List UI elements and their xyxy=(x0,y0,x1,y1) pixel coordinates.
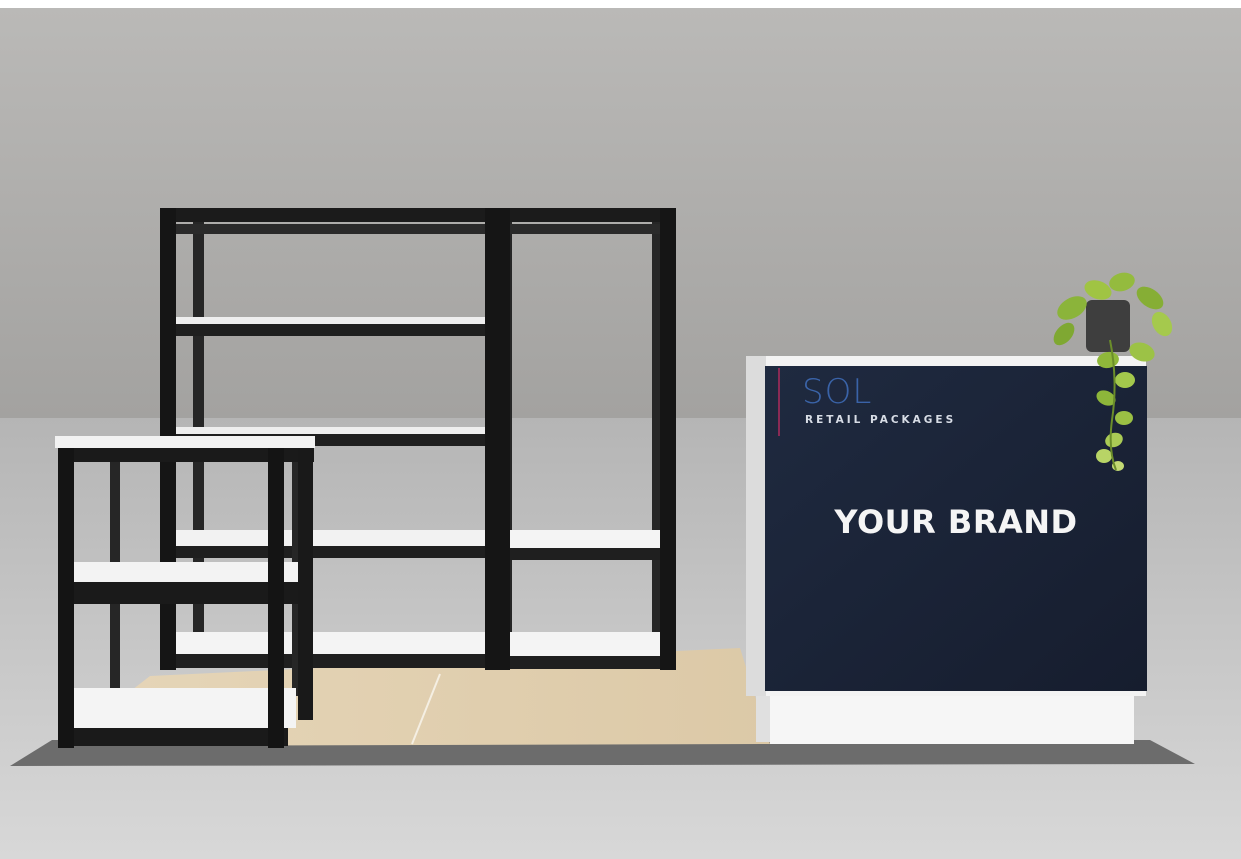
shelf-rail xyxy=(173,546,485,558)
shelf-board xyxy=(72,562,300,582)
side-post xyxy=(298,448,313,720)
leaf xyxy=(1115,372,1135,388)
counter-base xyxy=(770,696,1134,744)
shelf-board xyxy=(173,632,485,654)
brand-headline: YOUR BRAND xyxy=(834,503,1078,541)
counter-side-shade xyxy=(746,356,766,696)
top-beam xyxy=(160,208,676,222)
front-post xyxy=(268,448,284,748)
shelf-rail xyxy=(510,656,662,669)
shelf-rail xyxy=(62,728,288,746)
top-border xyxy=(0,0,1241,8)
shelf-board xyxy=(510,632,662,656)
shelf-board xyxy=(173,427,485,434)
counter-base-shade xyxy=(756,696,770,742)
logo-title: SOL xyxy=(802,372,873,412)
front-post xyxy=(660,208,676,670)
shelf-rail xyxy=(510,548,662,560)
leaf xyxy=(1096,449,1112,463)
logo-subtitle: RETAIL PACKAGES xyxy=(805,414,957,426)
shelf-board xyxy=(173,530,485,546)
front-post xyxy=(58,448,74,748)
logo-accent-bar xyxy=(778,368,780,436)
shelf-rail xyxy=(173,324,485,336)
retail-booth-render xyxy=(0,0,1241,859)
leaf xyxy=(1115,411,1133,425)
shelf-board xyxy=(173,317,485,324)
shelf-board xyxy=(72,688,296,728)
shelf-rail xyxy=(173,654,485,668)
top-board xyxy=(55,436,315,448)
shelf-board xyxy=(510,530,662,548)
plant-pot xyxy=(1086,300,1130,352)
top-inner-beam xyxy=(176,224,660,234)
front-post xyxy=(485,208,510,670)
